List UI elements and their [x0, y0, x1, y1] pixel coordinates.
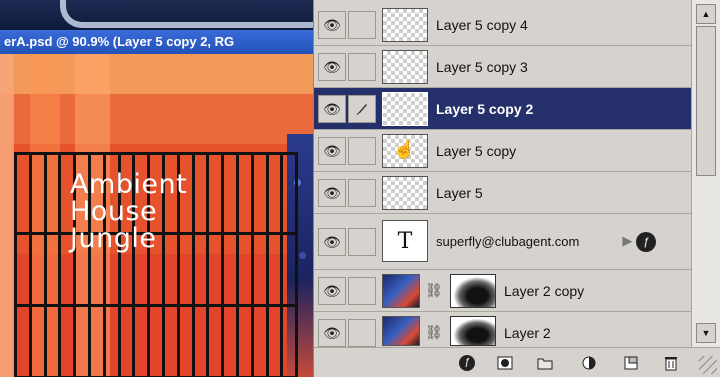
layer-effects-icon[interactable]: ▶ ƒ [622, 232, 656, 252]
layer-row[interactable]: 👁 ⛓ Layer 2 [314, 312, 692, 348]
adjustment-layer-icon[interactable] [578, 353, 600, 373]
canvas-left-strip [0, 54, 14, 377]
layer-name: Layer 5 copy 2 [436, 101, 534, 117]
grid-bar [221, 152, 225, 377]
layer-row[interactable]: 👁 ☝ Layer 5 copy [314, 130, 692, 172]
scroll-thumb[interactable] [696, 26, 716, 176]
layer-thumbnail [382, 274, 420, 308]
layer-name: Layer 5 copy 4 [436, 17, 528, 33]
layer-link-slot[interactable] [348, 53, 376, 81]
layer-mask-thumbnail[interactable] [450, 274, 496, 308]
add-layer-style-icon[interactable]: ƒ [456, 353, 478, 373]
layer-name: Layer 5 copy 3 [436, 59, 528, 75]
grid-bar [206, 152, 210, 377]
document-top-artwork [0, 0, 313, 30]
layer-thumbnail [382, 8, 428, 42]
layers-panel: 👁 Layer 5 copy 4 👁 Layer 5 copy 3 👁 Laye… [313, 0, 720, 377]
layer-thumbnail [382, 316, 420, 346]
eye-icon[interactable]: 👁 [318, 95, 346, 123]
eye-icon[interactable]: 👁 [318, 53, 346, 81]
eye-icon[interactable]: 👁 [318, 11, 346, 39]
trash-icon[interactable] [660, 353, 682, 373]
scroll-down-button[interactable]: ▼ [696, 323, 716, 343]
artwork-text-line-2: House [70, 196, 158, 227]
grid-bar [191, 152, 195, 377]
layers-toolbar: ƒ [314, 347, 720, 377]
layer-thumbnail [382, 176, 428, 210]
top-artwork-shape [60, 0, 313, 28]
new-layer-icon[interactable] [620, 353, 642, 373]
layer-thumbnail: ☝ [382, 134, 428, 168]
eye-icon[interactable]: 👁 [318, 319, 346, 347]
layer-link-slot[interactable] [348, 319, 376, 347]
type-layer-icon: T [382, 220, 428, 262]
layer-mask-thumbnail[interactable] [450, 316, 496, 346]
layer-name: Layer 5 copy [436, 143, 517, 159]
scroll-up-button[interactable]: ▲ [696, 4, 716, 24]
layer-row[interactable]: 👁 Layer 5 copy 4 [314, 4, 692, 46]
grid-bar [28, 152, 32, 377]
layer-row-selected[interactable]: 👁 Layer 5 copy 2 [314, 88, 692, 130]
grid-bar [265, 152, 269, 377]
layer-link-slot[interactable] [348, 137, 376, 165]
brush-icon[interactable] [348, 95, 376, 123]
layers-scrollbar[interactable]: ▲ ▼ [691, 0, 720, 347]
grid-bar [295, 152, 299, 377]
eye-icon[interactable]: 👁 [318, 277, 346, 305]
grid-bar [14, 152, 17, 377]
layer-name: Layer 5 [436, 185, 483, 201]
layer-link-slot[interactable] [348, 228, 376, 256]
grid-bar [14, 304, 296, 307]
grid-bar [58, 152, 62, 377]
chain-link-icon[interactable]: ⛓ [425, 282, 443, 299]
layer-link-slot[interactable] [348, 179, 376, 207]
document-window: erA.psd @ 90.9% (Layer 5 copy 2, RG Ambi… [0, 0, 313, 377]
artwork-text-line-1: Ambient [70, 169, 188, 200]
layer-row[interactable]: 👁 Layer 5 [314, 172, 692, 214]
layer-thumbnail [382, 92, 428, 126]
layer-row[interactable]: 👁 T superfly@clubagent.com ▶ ƒ [314, 214, 692, 270]
canvas-figure [287, 134, 313, 377]
eye-icon[interactable]: 👁 [318, 179, 346, 207]
grid-bar [236, 152, 239, 377]
document-title: erA.psd @ 90.9% (Layer 5 copy 2, RG [4, 34, 235, 49]
layer-name: superfly@clubagent.com [436, 234, 580, 249]
document-title-bar[interactable]: erA.psd @ 90.9% (Layer 5 copy 2, RG [0, 30, 313, 54]
new-group-folder-icon[interactable] [534, 353, 556, 373]
grid-bar [280, 152, 284, 377]
layer-thumbnail [382, 50, 428, 84]
grid-bar [250, 152, 254, 377]
add-mask-icon[interactable] [494, 353, 516, 373]
layer-row[interactable]: 👁 ⛓ Layer 2 copy [314, 270, 692, 312]
grid-bar [14, 152, 296, 155]
layer-link-slot[interactable] [348, 11, 376, 39]
grid-bar [43, 152, 47, 377]
layer-row[interactable]: 👁 Layer 5 copy 3 [314, 46, 692, 88]
eye-icon[interactable]: 👁 [318, 137, 346, 165]
eye-icon[interactable]: 👁 [318, 228, 346, 256]
hand-cursor-icon: ☝ [393, 139, 416, 159]
document-canvas[interactable]: Ambient House Jungle [0, 54, 313, 377]
artwork-text-line-3: Jungle [70, 223, 157, 254]
layer-link-slot[interactable] [348, 277, 376, 305]
resize-grip[interactable] [699, 356, 717, 374]
layer-name: Layer 2 copy [504, 283, 585, 299]
chain-link-icon[interactable]: ⛓ [425, 324, 443, 341]
